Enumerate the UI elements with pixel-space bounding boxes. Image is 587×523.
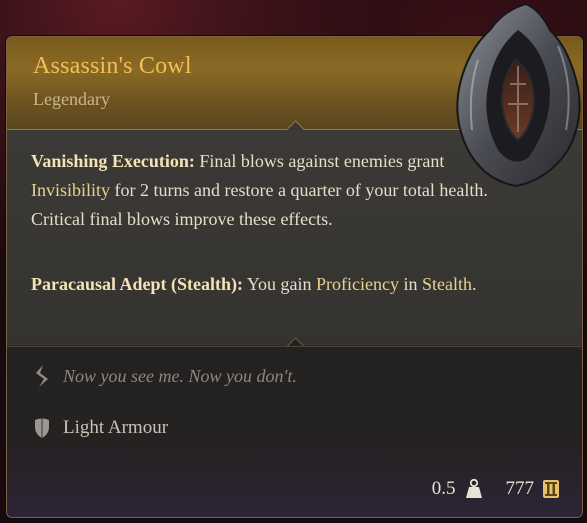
keyword-invisibility[interactable]: Invisibility — [31, 180, 110, 200]
price-value: 777 — [505, 478, 535, 499]
effect-text: . — [472, 274, 477, 294]
effect-name[interactable]: Vanishing Execution: — [31, 151, 195, 171]
item-name: Assassin's Cowl — [33, 53, 192, 79]
keyword-stealth[interactable]: Stealth — [422, 274, 472, 294]
weight-icon — [465, 478, 482, 498]
gold-coin-icon — [543, 480, 559, 498]
armour-type-row: Light Armour — [33, 417, 168, 439]
effect-text: Final blows against enemies grant — [194, 151, 445, 171]
effect-paracausal-adept: Paracausal Adept (Stealth): You gain Pro… — [31, 270, 551, 299]
assassins-cowl-item-image — [456, 2, 581, 188]
tooltip-footer: Now you see me. Now you don't. Light Arm… — [7, 346, 582, 517]
item-stats: 0.5 777 — [432, 478, 560, 500]
quill-icon — [36, 365, 48, 387]
weight-value: 0.5 — [431, 478, 456, 499]
effect-name[interactable]: Paracausal Adept (Stealth): — [31, 274, 243, 294]
item-rarity: Legendary — [33, 89, 110, 109]
shield-icon — [35, 418, 49, 438]
armour-type: Light Armour — [63, 417, 169, 438]
effect-text: You gain — [242, 274, 317, 294]
effect-vanishing-execution: Vanishing Execution: Final blows against… — [31, 147, 501, 234]
keyword-proficiency[interactable]: Proficiency — [316, 274, 399, 294]
flavor-row: Now you see me. Now you don't. — [33, 364, 297, 388]
flavor-text: Now you see me. Now you don't. — [63, 365, 297, 386]
effect-text: in — [398, 274, 422, 294]
